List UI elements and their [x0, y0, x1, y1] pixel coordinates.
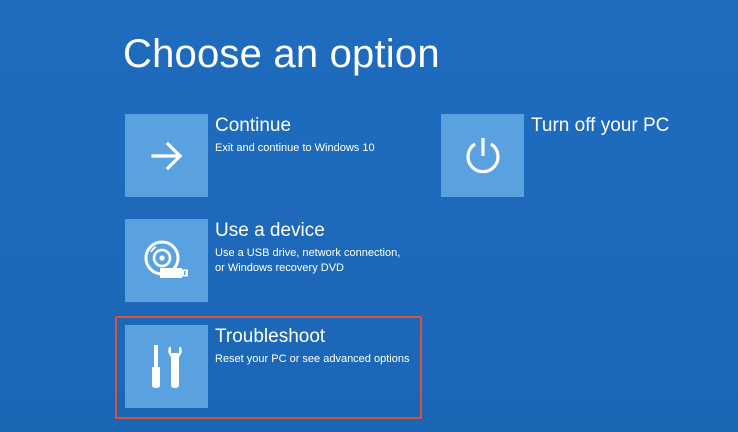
turn-off-label[interactable]: Turn off your PC [531, 114, 669, 138]
continue-option[interactable]: Continue Exit and continue to Windows 10 [125, 114, 425, 197]
tools-icon [151, 344, 182, 388]
use-device-description: Use a USB drive, network connection, or … [215, 246, 400, 276]
turn-off-tile[interactable] [441, 114, 524, 197]
troubleshoot-description: Reset your PC or see advanced options [215, 352, 409, 367]
use-device-label[interactable]: Use a device [215, 219, 325, 243]
page-title: Choose an option [123, 32, 440, 76]
use-device-option[interactable]: Use a device Use a USB drive, network co… [125, 219, 425, 302]
use-device-tile[interactable] [125, 219, 208, 302]
troubleshoot-tile[interactable] [125, 325, 208, 408]
continue-label[interactable]: Continue [215, 114, 291, 138]
continue-description-line: Exit and continue to Windows 10 [215, 142, 375, 154]
troubleshoot-option[interactable]: Troubleshoot Reset your PC or see advanc… [125, 325, 425, 408]
use-device-description-line-2: or Windows recovery DVD [215, 262, 344, 274]
recovery-screen: Choose an option Continue Exit and conti… [0, 0, 738, 432]
troubleshoot-description-line: Reset your PC or see advanced options [215, 353, 410, 365]
power-icon [465, 137, 500, 173]
continue-description: Exit and continue to Windows 10 [215, 141, 375, 156]
arrow-right-icon [150, 141, 182, 170]
turn-off-option[interactable]: Turn off your PC [441, 114, 721, 197]
disc-drive-icon [144, 240, 188, 278]
troubleshoot-label[interactable]: Troubleshoot [215, 325, 325, 349]
continue-tile[interactable] [125, 114, 208, 197]
use-device-description-line-1: Use a USB drive, network connection, [215, 247, 401, 259]
